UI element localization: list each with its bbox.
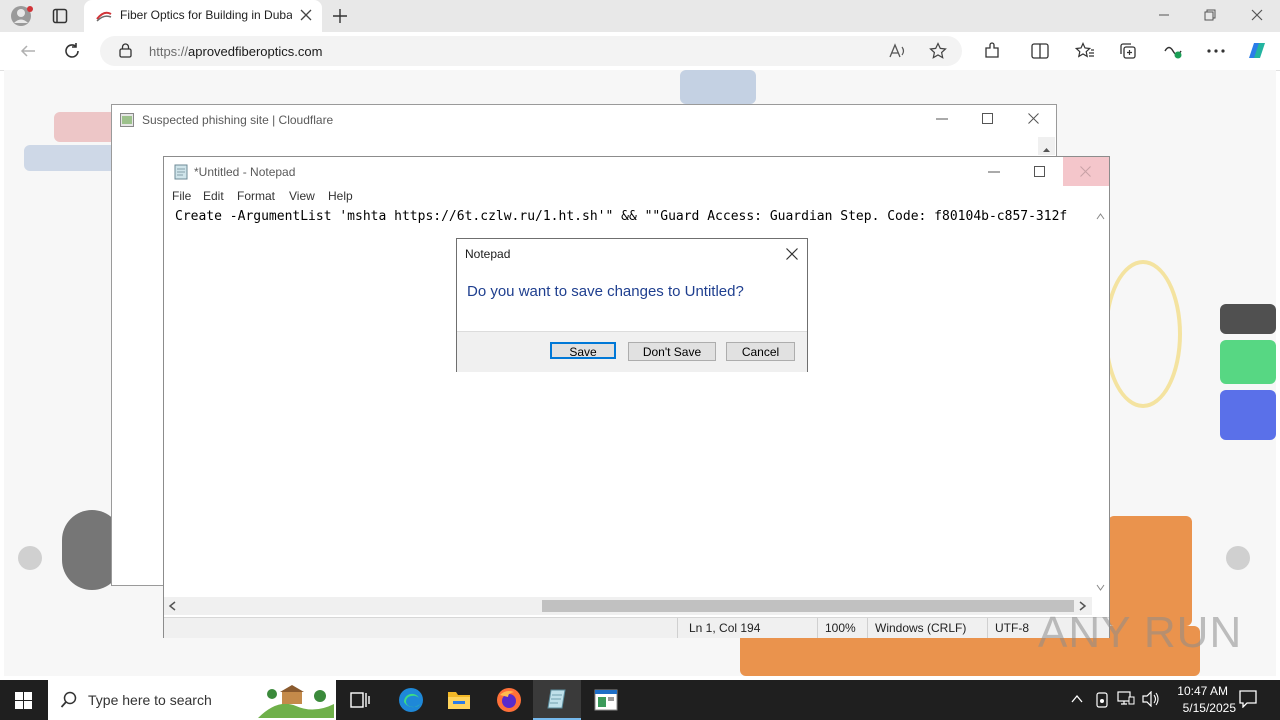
status-separator (987, 618, 988, 638)
split-screen-icon[interactable] (1031, 43, 1049, 59)
favorites-icon[interactable] (1075, 42, 1095, 60)
notepad-horizontal-scrollbar[interactable] (164, 597, 1092, 615)
new-tab-icon[interactable] (332, 8, 348, 24)
notepad-title: *Untitled - Notepad (194, 165, 296, 179)
tray-volume-icon[interactable] (1142, 691, 1160, 707)
notepad-status-bar: Ln 1, Col 194 100% Windows (CRLF) UTF-8 (164, 617, 1109, 638)
read-aloud-icon[interactable] (889, 43, 907, 59)
status-separator (817, 618, 818, 638)
notepad-vertical-scrollbar[interactable] (1092, 207, 1109, 597)
profile-avatar-icon[interactable] (10, 5, 34, 27)
menu-view[interactable]: View (289, 189, 315, 203)
back-icon[interactable] (20, 43, 36, 59)
tray-network-alert-icon[interactable] (1095, 691, 1109, 709)
tray-chevron-up-icon[interactable] (1071, 695, 1083, 703)
menu-edit[interactable]: Edit (203, 189, 224, 203)
save-changes-dialog: Notepad Do you want to save changes to U… (456, 238, 808, 372)
url-prefix: https:// (149, 44, 189, 59)
notepad-window: *Untitled - Notepad File Edit Format Vie… (163, 156, 1110, 638)
status-cursor-position: Ln 1, Col 194 (689, 621, 761, 635)
notepad-taskbar-icon (546, 688, 568, 710)
notepad-close-icon (1080, 166, 1091, 177)
tab-active[interactable]: Fiber Optics for Building in Dubai (84, 0, 322, 32)
menu-help[interactable]: Help (328, 189, 353, 203)
task-view-icon[interactable] (350, 691, 370, 709)
anyrun-watermark: ANY RUN (1038, 608, 1243, 657)
edge-taskbar-icon[interactable] (398, 687, 424, 713)
notepad-maximize-icon[interactable] (1034, 166, 1045, 177)
firefox-taskbar-icon[interactable] (496, 687, 522, 713)
tab-actions-icon[interactable] (52, 8, 68, 24)
dialog-button-bar: Save Don't Save Cancel (457, 331, 807, 372)
tab-title: Fiber Optics for Building in Dubai (120, 8, 292, 22)
notepad-text-area[interactable]: Create -ArgumentList 'mshta https://6t.c… (175, 209, 1085, 224)
search-icon (60, 691, 78, 709)
lock-icon[interactable] (119, 43, 132, 58)
notification-center-icon[interactable] (1239, 690, 1257, 708)
taskbar: Type here to search 10:47 AM 5/15/2025 (0, 680, 1280, 720)
notepad-app-icon (173, 164, 189, 180)
tab-close-icon[interactable] (300, 9, 312, 21)
extensions-icon[interactable] (983, 42, 1001, 60)
search-highlight-image-icon (258, 684, 334, 718)
site-favicon-icon (96, 10, 112, 22)
notepad-menu-bar: File Edit Format View Help (164, 186, 1109, 206)
notepad-taskbar-button[interactable] (533, 680, 581, 720)
dialog-close-icon[interactable] (786, 248, 798, 260)
cancel-button[interactable]: Cancel (726, 342, 795, 361)
url-host: aprovedfiberoptics.com (188, 44, 323, 59)
menu-file[interactable]: File (172, 189, 191, 203)
favorite-star-icon[interactable] (929, 42, 947, 60)
cloudflare-window-title: Suspected phishing site | Cloudflare (142, 113, 334, 127)
url-text[interactable]: https://aprovedfiberoptics.com (149, 44, 322, 59)
status-zoom: 100% (825, 621, 856, 635)
refresh-icon[interactable] (63, 42, 81, 60)
file-explorer-taskbar-icon[interactable] (447, 689, 471, 711)
browser-restore-icon[interactable] (1204, 9, 1216, 21)
dialog-message: Do you want to save changes to Untitled? (467, 283, 744, 300)
dialog-title: Notepad (465, 247, 511, 261)
status-separator (677, 618, 678, 638)
taskbar-clock-date[interactable]: 5/15/2025 (1183, 701, 1236, 715)
search-placeholder: Type here to search (88, 692, 212, 708)
cloudflare-close-icon[interactable] (1028, 113, 1039, 124)
notepad-close-button[interactable] (1063, 157, 1109, 186)
cloudflare-maximize-icon[interactable] (982, 113, 993, 124)
windows-start-icon[interactable] (15, 692, 32, 709)
cloudflare-scrollbar[interactable] (1038, 137, 1055, 155)
cloudflare-minimize-icon[interactable] (936, 118, 948, 120)
cloudflare-window-icon (120, 113, 134, 127)
taskbar-search-box[interactable]: Type here to search (48, 680, 336, 720)
tray-network-icon[interactable] (1117, 691, 1135, 707)
address-bar[interactable]: https://aprovedfiberoptics.com (100, 36, 962, 66)
status-separator (867, 618, 868, 638)
browser-tab-bar: Fiber Optics for Building in Dubai (0, 0, 1280, 32)
browser-minimize-icon[interactable] (1158, 9, 1170, 21)
window-app-taskbar-icon[interactable] (594, 689, 618, 711)
browser-close-icon[interactable] (1251, 9, 1263, 21)
collections-icon[interactable] (1119, 42, 1137, 60)
save-button[interactable]: Save (550, 342, 616, 359)
menu-format[interactable]: Format (237, 189, 275, 203)
notepad-minimize-icon[interactable] (988, 171, 1000, 173)
more-options-icon[interactable] (1207, 49, 1225, 53)
taskbar-clock-time[interactable]: 10:47 AM (1177, 684, 1228, 698)
status-encoding: UTF-8 (995, 621, 1029, 635)
status-line-endings: Windows (CRLF) (875, 621, 967, 635)
performance-icon[interactable] (1163, 42, 1183, 60)
copilot-icon[interactable] (1245, 40, 1269, 62)
dont-save-button[interactable]: Don't Save (628, 342, 716, 361)
